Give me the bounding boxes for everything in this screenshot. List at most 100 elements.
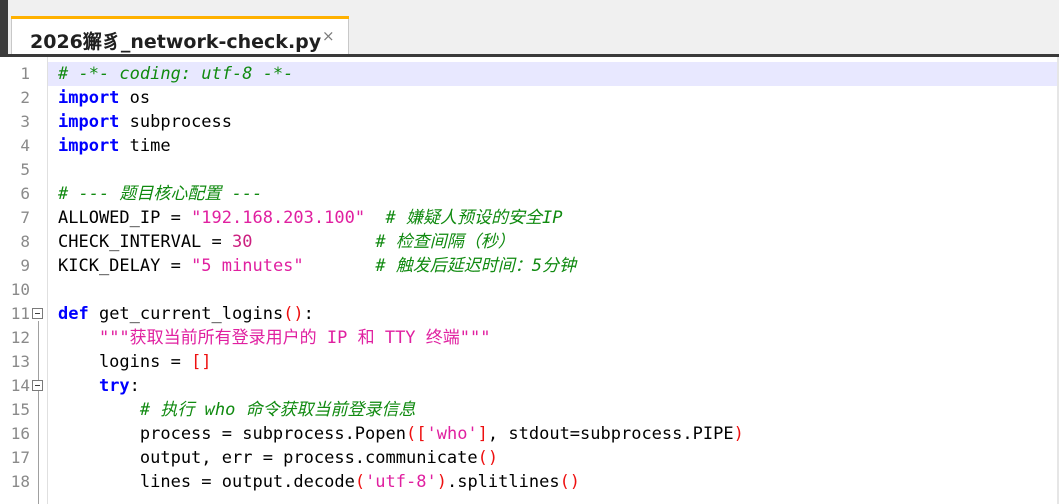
code-token: os xyxy=(119,88,151,108)
code-token: def xyxy=(58,304,89,324)
code-token: ( xyxy=(354,472,366,492)
code-line[interactable]: 1 # -*- coding: utf-8 -*- xyxy=(0,62,1059,86)
code-token: ) xyxy=(436,472,447,492)
code-token: 'who' xyxy=(426,424,478,444)
line-code[interactable]: lines = output.decode('utf-8').splitline… xyxy=(58,470,580,494)
line-code[interactable]: def get_current_logins(): xyxy=(58,302,314,326)
code-line[interactable]: 15 # 执行 who 命令获取当前登录信息 xyxy=(0,398,1059,422)
line-code[interactable]: # --- 题目核心配置 --- xyxy=(58,182,262,206)
code-line[interactable]: 2 import os xyxy=(0,86,1059,110)
code-token: , stdout=subprocess.PIPE xyxy=(487,424,734,444)
code-token: .splitlines xyxy=(446,472,560,492)
line-number: 6 xyxy=(20,184,30,203)
code-line[interactable]: 3 import subprocess xyxy=(0,110,1059,134)
code-line[interactable]: 14 try: xyxy=(0,374,1059,398)
code-token: import xyxy=(58,136,120,156)
code-line[interactable]: 12 """获取当前所有登录用户的 IP 和 TTY 终端""" xyxy=(0,326,1059,350)
code-token: process = subprocess.Popen xyxy=(58,424,406,444)
line-number: 13 xyxy=(10,352,30,371)
code-token: 30 xyxy=(232,232,253,252)
line-number: 9 xyxy=(20,256,30,275)
code-token: try xyxy=(98,376,130,396)
code-token: # 嫌疑人预设的安全IP xyxy=(385,208,563,228)
line-code[interactable]: """获取当前所有登录用户的 IP 和 TTY 终端""" xyxy=(58,326,491,350)
code-line[interactable]: 7 ALLOWED_IP = "192.168.203.100" # 嫌疑人预设的… xyxy=(0,206,1059,230)
code-token: # -*- coding: utf-8 -*- xyxy=(58,64,294,84)
line-number: 12 xyxy=(10,328,30,347)
line-number: 15 xyxy=(10,400,30,419)
code-token: output, err = process.communicate xyxy=(58,448,478,468)
code-line[interactable]: 11 def get_current_logins(): xyxy=(0,302,1059,326)
code-token: # 检查间隔（秒） xyxy=(375,232,515,252)
tab-bar: 2026獬豸_network-check.py × xyxy=(0,0,1059,56)
code-token: ALLOWED_IP = xyxy=(58,208,192,228)
code-token: import xyxy=(58,112,120,132)
code-token: () xyxy=(477,448,499,468)
code-token: # 执行 who 命令获取当前登录信息 xyxy=(139,400,416,420)
code-token: : xyxy=(129,376,140,396)
line-code[interactable]: import time xyxy=(58,134,171,158)
code-token: subprocess xyxy=(119,112,233,132)
line-number: 10 xyxy=(10,280,30,299)
tab-title[interactable]: 2026獬豸_network-check.py xyxy=(30,27,321,54)
line-number: 8 xyxy=(20,232,30,251)
line-code[interactable]: # -*- coding: utf-8 -*- xyxy=(58,62,293,86)
line-code[interactable]: # 执行 who 命令获取当前登录信息 xyxy=(58,398,416,422)
code-line[interactable]: 5 xyxy=(0,158,1059,182)
line-number: 17 xyxy=(10,448,30,467)
code-token: () xyxy=(559,472,581,492)
line-number: 7 xyxy=(20,208,30,227)
code-token: () xyxy=(283,304,304,324)
code-token: lines = output.decode xyxy=(58,472,355,492)
code-token: get_current_logins xyxy=(88,304,284,324)
line-number: 1 xyxy=(20,64,30,83)
code-line[interactable]: 16 process = subprocess.Popen(['who'], s… xyxy=(0,422,1059,446)
code-line[interactable]: 18 lines = output.decode('utf-8').splitl… xyxy=(0,470,1059,494)
close-icon[interactable]: × xyxy=(322,27,335,45)
line-number: 5 xyxy=(20,160,30,179)
fold-toggle-icon[interactable] xyxy=(32,308,43,319)
code-token: time xyxy=(119,136,171,156)
line-code[interactable]: process = subprocess.Popen(['who'], stdo… xyxy=(58,422,744,446)
code-token: ) xyxy=(733,424,744,444)
line-number: 4 xyxy=(20,136,30,155)
code-editor[interactable]: 1 # -*- coding: utf-8 -*- 2 import os 3 impor… xyxy=(0,57,1059,504)
line-code[interactable]: ALLOWED_IP = "192.168.203.100" # 嫌疑人预设的安… xyxy=(58,206,563,230)
file-tab[interactable]: 2026獬豸_network-check.py × xyxy=(11,16,349,54)
fold-toggle-icon[interactable] xyxy=(32,380,43,391)
code-line[interactable]: 10 xyxy=(0,278,1059,302)
code-token: 'utf-8' xyxy=(365,472,437,492)
code-token: ([ xyxy=(406,424,427,444)
code-line[interactable]: 17 output, err = process.communicate() xyxy=(0,446,1059,470)
code-token: : xyxy=(303,304,314,324)
code-token: # --- 题目核心配置 --- xyxy=(58,184,263,204)
code-line[interactable]: 13 logins = [] xyxy=(0,350,1059,374)
line-code[interactable]: KICK_DELAY = "5 minutes" # 触发后延迟时间：5分钟 xyxy=(58,254,576,278)
code-token: "192.168.203.100" xyxy=(191,208,366,228)
line-code[interactable]: output, err = process.communicate() xyxy=(58,446,498,470)
window-edge xyxy=(0,0,8,56)
code-token: logins = xyxy=(58,352,192,372)
line-code[interactable]: import subprocess xyxy=(58,110,232,134)
code-token: KICK_DELAY = xyxy=(58,256,192,276)
line-code[interactable]: logins = [] xyxy=(58,350,212,374)
code-token: [] xyxy=(191,352,212,372)
line-number: 16 xyxy=(10,424,30,443)
line-number: 2 xyxy=(20,88,30,107)
code-line[interactable]: 8 CHECK_INTERVAL = 30 # 检查间隔（秒） xyxy=(0,230,1059,254)
active-tab-indicator xyxy=(11,16,349,19)
line-code[interactable]: CHECK_INTERVAL = 30 # 检查间隔（秒） xyxy=(58,230,515,254)
code-token: ] xyxy=(477,424,488,444)
code-line[interactable]: 9 KICK_DELAY = "5 minutes" # 触发后延迟时间：5分钟 xyxy=(0,254,1059,278)
code-line[interactable]: 6 # --- 题目核心配置 --- xyxy=(0,182,1059,206)
line-number: 11 xyxy=(10,304,30,323)
code-line[interactable]: 4 import time xyxy=(0,134,1059,158)
line-code[interactable]: try: xyxy=(58,374,140,398)
line-code[interactable]: import os xyxy=(58,86,150,110)
